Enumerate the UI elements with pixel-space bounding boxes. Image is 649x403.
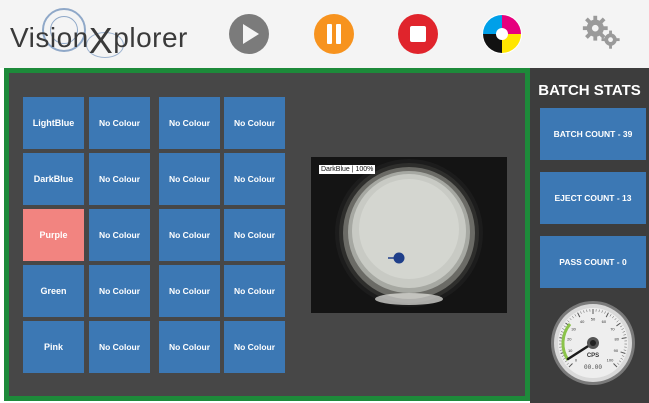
logo-text-vision: Vision [10, 22, 89, 53]
colour-slot-purple[interactable]: Purple [23, 209, 84, 261]
cps-gauge: 0 10 20 30 40 50 60 70 80 90 100 CPS 00.00 [550, 300, 636, 386]
eject-count-tile: EJECT COUNT - 13 [540, 172, 646, 224]
gauge-tick-label: 80 [614, 337, 619, 342]
logo-text: VisionXplorer [10, 14, 188, 61]
batch-stats-title: BATCH STATS [538, 82, 641, 99]
gauge-tick-label: 30 [571, 326, 576, 331]
camera-image [311, 157, 507, 313]
gauge-tick-label: 20 [567, 337, 572, 342]
gauge-tick-label: 100 [607, 357, 614, 362]
colour-wheel-button[interactable] [481, 13, 523, 55]
batch-stats-panel: BATCH STATS BATCH COUNT - 39 EJECT COUNT… [530, 68, 649, 403]
play-icon [229, 14, 269, 54]
colour-slot-empty[interactable]: No Colour [89, 265, 150, 317]
colour-slot-empty[interactable]: No Colour [159, 321, 220, 373]
pause-icon [314, 14, 354, 54]
gauge-tick-label: 10 [568, 348, 573, 353]
pass-count-tile: PASS COUNT - 0 [540, 236, 646, 288]
main-panel: LightBlue No Colour No Colour No Colour Dark… [4, 68, 530, 401]
colour-slot-empty[interactable]: No Colour [89, 209, 150, 261]
settings-button[interactable] [580, 11, 624, 55]
colour-slot-empty[interactable]: No Colour [224, 97, 285, 149]
colour-wheel-icon [482, 14, 522, 54]
play-button[interactable] [228, 13, 270, 55]
stop-button[interactable] [397, 13, 439, 55]
gauge-tick-label: 50 [591, 317, 596, 322]
colour-slot-empty[interactable]: No Colour [159, 97, 220, 149]
vision-xplorer-logo: VisionXplorer [6, 6, 206, 62]
camera-detection-label: DarkBlue | 100% [319, 165, 376, 174]
gauge-tick-label: 90 [614, 348, 619, 353]
colour-slot-pink[interactable]: Pink [23, 321, 84, 373]
colour-slot-green[interactable]: Green [23, 265, 84, 317]
pause-button[interactable] [313, 13, 355, 55]
batch-count-tile: BATCH COUNT - 39 [540, 108, 646, 160]
colour-slot-darkblue[interactable]: DarkBlue [23, 153, 84, 205]
colour-slot-empty[interactable]: No Colour [89, 153, 150, 205]
gauge-dial: 0102030405060708090100 CPS 00.00 [551, 301, 635, 385]
gauge-tick-label: 70 [610, 326, 615, 331]
header-bar: VisionXplorer [0, 0, 649, 68]
colour-slot-empty[interactable]: No Colour [159, 209, 220, 261]
colour-slot-empty[interactable]: No Colour [89, 97, 150, 149]
colour-slot-empty[interactable]: No Colour [159, 265, 220, 317]
gauge-tick-label: 60 [602, 319, 607, 324]
colour-slot-empty[interactable]: No Colour [224, 153, 285, 205]
logo-text-x: X [88, 20, 114, 61]
colour-slot-empty[interactable]: No Colour [89, 321, 150, 373]
gauge-tick-label: 40 [580, 319, 585, 324]
gauge-unit-label: CPS [587, 353, 599, 359]
stop-icon [398, 14, 438, 54]
gears-icon [582, 15, 620, 49]
colour-slot-empty[interactable]: No Colour [159, 153, 220, 205]
camera-feed: DarkBlue | 100% [311, 157, 507, 313]
colour-slot-empty[interactable]: No Colour [224, 209, 285, 261]
gauge-readout: 00.00 [584, 364, 602, 371]
colour-slot-empty[interactable]: No Colour [224, 265, 285, 317]
logo-text-plorer: plorer [113, 22, 188, 53]
colour-slot-lightblue[interactable]: LightBlue [23, 97, 84, 149]
colour-slot-empty[interactable]: No Colour [224, 321, 285, 373]
